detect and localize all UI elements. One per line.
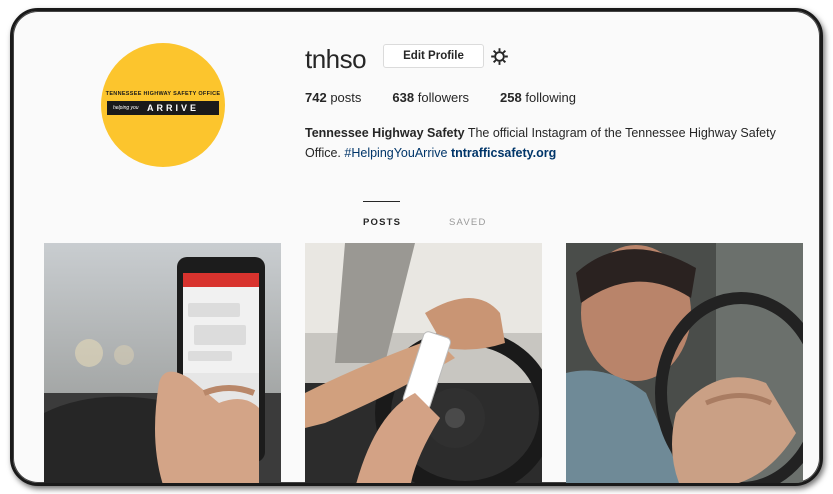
post-thumbnail[interactable]: [566, 243, 803, 483]
profile-window: TENNESSEE HIGHWAY SAFETY OFFICE helping …: [10, 8, 823, 486]
profile-stats: 742 posts 638 followers 258 following: [305, 90, 607, 105]
posts-count: 742: [305, 90, 327, 105]
active-tab-indicator: [363, 201, 400, 202]
bio-hashtag-link[interactable]: #HelpingYouArrive: [344, 146, 447, 160]
logo-arrive-text: ARRIVE: [147, 103, 200, 113]
profile-bio: Tennessee Highway Safety The official In…: [305, 123, 805, 163]
bio-website-link[interactable]: tntrafficsafety.org: [451, 146, 556, 160]
post-image-phone-texting: [44, 243, 281, 483]
logo-band: helping you ARRIVE: [107, 101, 219, 115]
gear-icon[interactable]: [490, 47, 509, 66]
tab-posts[interactable]: POSTS: [363, 217, 401, 228]
post-thumbnail[interactable]: [44, 243, 281, 483]
posts-label: posts: [330, 90, 362, 105]
profile-avatar[interactable]: TENNESSEE HIGHWAY SAFETY OFFICE helping …: [101, 43, 225, 167]
following-label: following: [525, 90, 576, 105]
followers-stat[interactable]: 638 followers: [392, 90, 469, 105]
posts-stat: 742 posts: [305, 90, 361, 105]
bio-name: Tennessee Highway Safety: [305, 126, 465, 140]
logo-title: TENNESSEE HIGHWAY SAFETY OFFICE: [105, 91, 221, 97]
post-image-distracted-driver: [566, 243, 803, 483]
logo-helping-text: helping you: [113, 105, 139, 111]
post-thumbnail[interactable]: [305, 243, 542, 483]
post-image-steering-wheel: [305, 243, 542, 483]
following-stat[interactable]: 258 following: [500, 90, 576, 105]
tab-saved[interactable]: SAVED: [449, 217, 487, 228]
following-count: 258: [500, 90, 522, 105]
followers-count: 638: [392, 90, 415, 105]
followers-label: followers: [417, 90, 470, 105]
profile-username: tnhso: [305, 44, 367, 74]
edit-profile-button[interactable]: Edit Profile: [383, 44, 484, 68]
